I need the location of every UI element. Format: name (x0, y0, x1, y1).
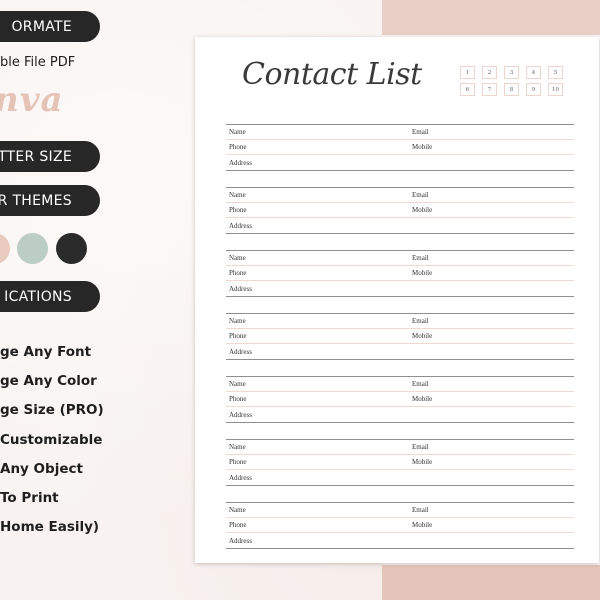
contact-row: Name Email (226, 125, 574, 140)
field-label: Mobile (412, 332, 433, 340)
field-label: Phone (229, 269, 247, 277)
field-label: Email (412, 443, 429, 451)
feature-item: Customizable (0, 432, 103, 448)
field-label: Address (229, 347, 252, 356)
contact-card: Name Email Phone Mobile Address (226, 502, 574, 549)
contact-card: Name Email Phone Mobile Address (226, 439, 574, 486)
feature-item: Home Easily) (0, 519, 100, 535)
contact-row: Address (226, 218, 574, 233)
field-label: Phone (229, 521, 247, 529)
field-label: Address (229, 221, 252, 230)
feature-item: Any Object (0, 461, 83, 477)
contact-card: Name Email Phone Mobile Address (226, 124, 574, 171)
contact-row: Address (226, 407, 574, 422)
page-link-8[interactable]: 8 (504, 83, 519, 96)
contact-row: Phone Mobile (226, 203, 574, 218)
contact-row: Phone Mobile (226, 518, 574, 533)
field-label: Name (229, 191, 246, 199)
swatch-charcoal (56, 233, 87, 264)
page-title: Contact List (242, 57, 422, 92)
modifications-pill: ICATIONS (0, 281, 100, 312)
contact-row: Address (226, 155, 574, 170)
themes-pill: R THEMES (0, 185, 100, 216)
contact-card: Name Email Phone Mobile Address (226, 313, 574, 360)
field-label: Name (229, 254, 246, 262)
field-label: Address (229, 536, 252, 545)
contact-row: Phone Mobile (226, 392, 574, 407)
field-label: Email (412, 380, 429, 388)
contact-list-page: Contact List 1 2 3 4 5 6 7 8 9 10 Name Email Phone M… (195, 37, 599, 563)
contact-card: Name Email Phone Mobile Address (226, 187, 574, 234)
contact-row: Name Email (226, 440, 574, 455)
feature-item: ge Size (PRO) (0, 402, 104, 418)
field-label: Address (229, 158, 252, 167)
field-label: Phone (229, 332, 247, 340)
page-link-4[interactable]: 4 (526, 66, 541, 79)
field-label: Email (412, 506, 429, 514)
contact-row: Name Email (226, 503, 574, 518)
field-label: Email (412, 254, 429, 262)
page-link-3[interactable]: 3 (504, 66, 519, 79)
field-label: Phone (229, 143, 247, 151)
field-label: Phone (229, 395, 247, 403)
field-label: Mobile (412, 521, 433, 529)
field-label: Address (229, 410, 252, 419)
field-label: Phone (229, 206, 247, 214)
field-label: Mobile (412, 206, 433, 214)
page-link-1[interactable]: 1 (460, 66, 475, 79)
field-label: Email (412, 317, 429, 325)
field-label: Mobile (412, 458, 433, 466)
field-label: Name (229, 506, 246, 514)
feature-item: To Print (0, 490, 59, 506)
contact-row: Name Email (226, 314, 574, 329)
field-label: Name (229, 443, 246, 451)
contact-row: Phone Mobile (226, 140, 574, 155)
page-link-5[interactable]: 5 (548, 66, 563, 79)
field-label: Mobile (412, 395, 433, 403)
page-index-grid: 1 2 3 4 5 6 7 8 9 10 (460, 66, 563, 96)
page-link-9[interactable]: 9 (526, 83, 541, 96)
field-label: Email (412, 128, 429, 136)
feature-item: ge Any Color (0, 373, 97, 389)
page-link-2[interactable]: 2 (482, 66, 497, 79)
field-label: Name (229, 128, 246, 136)
canva-logo-text: nva (0, 80, 64, 120)
field-label: Address (229, 284, 252, 293)
contact-row: Name Email (226, 251, 574, 266)
field-label: Mobile (412, 269, 433, 277)
contact-row: Phone Mobile (226, 329, 574, 344)
page-link-6[interactable]: 6 (460, 83, 475, 96)
page-link-7[interactable]: 7 (482, 83, 497, 96)
field-label: Name (229, 380, 246, 388)
contact-row: Address (226, 344, 574, 359)
contact-row: Address (226, 533, 574, 548)
contact-row: Address (226, 281, 574, 296)
contact-row: Name Email (226, 377, 574, 392)
size-pill: TTER SIZE (0, 141, 100, 172)
field-label: Email (412, 191, 429, 199)
field-label: Phone (229, 458, 247, 466)
field-label: Mobile (412, 143, 433, 151)
contact-cards: Name Email Phone Mobile Address Name Email Phon… (226, 124, 574, 565)
swatch-sage (17, 233, 48, 264)
file-text: ble File PDF (0, 55, 76, 70)
contact-row: Address (226, 470, 574, 485)
contact-row: Name Email (226, 188, 574, 203)
format-pill: ORMATE (0, 11, 100, 42)
contact-card: Name Email Phone Mobile Address (226, 250, 574, 297)
contact-card: Name Email Phone Mobile Address (226, 376, 574, 423)
feature-item: ge Any Font (0, 344, 92, 360)
field-label: Name (229, 317, 246, 325)
pink-backdrop-bottom (382, 565, 600, 600)
contact-row: Phone Mobile (226, 266, 574, 281)
field-label: Address (229, 473, 252, 482)
contact-row: Phone Mobile (226, 455, 574, 470)
page-link-10[interactable]: 10 (548, 83, 563, 96)
